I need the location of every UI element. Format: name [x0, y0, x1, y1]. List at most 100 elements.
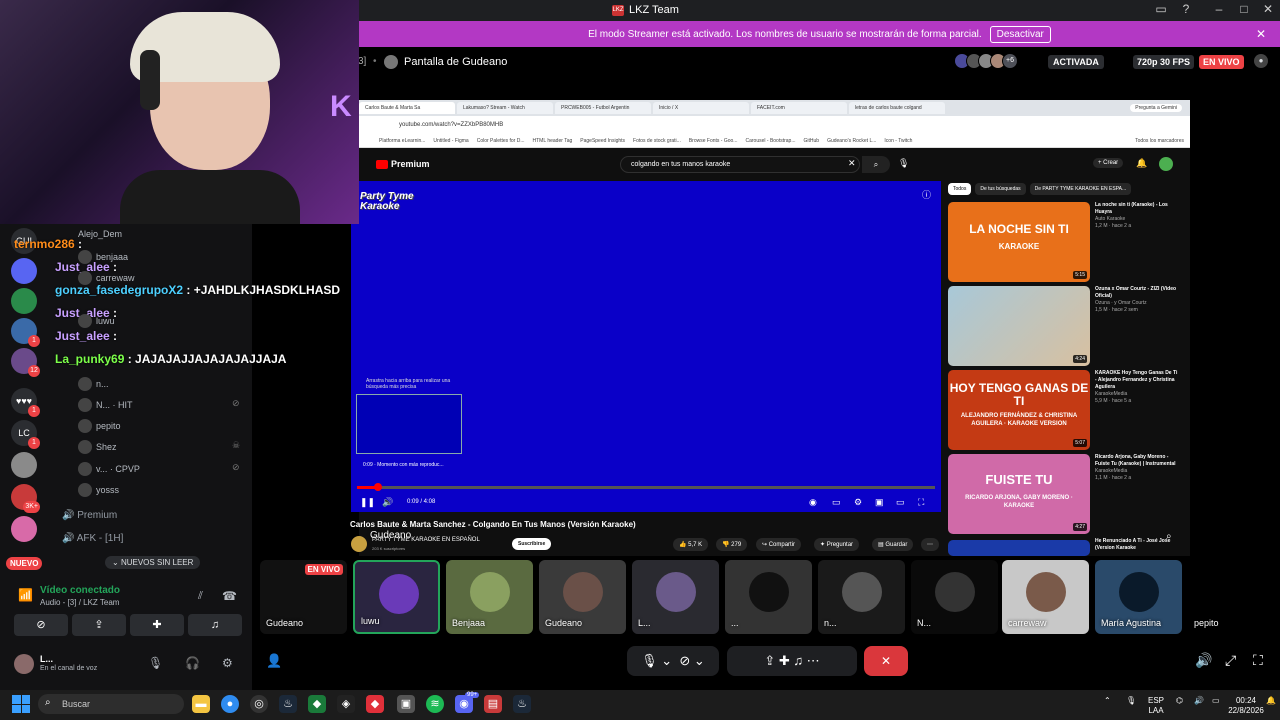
rec-thumbnail[interactable]	[948, 540, 1090, 556]
voice-member[interactable]: pepito	[78, 419, 121, 433]
server-icon[interactable]	[11, 288, 37, 314]
popout-icon[interactable]: ⤢	[1225, 652, 1236, 669]
mic-icon[interactable]: 🎙	[898, 158, 909, 169]
mic-icon[interactable]: 🎙	[148, 656, 163, 670]
bookmark[interactable]: Fotos de stock grati...	[633, 138, 681, 144]
battery-icon[interactable]: ▭	[1212, 696, 1220, 706]
minimize-icon[interactable]: –	[1208, 2, 1230, 16]
address-bar[interactable]: youtube.com/watch?v=ZZXbPB80MHB	[359, 116, 1190, 134]
server-icon[interactable]: 1	[11, 318, 40, 347]
voice-member[interactable]: Shez	[78, 440, 117, 454]
bookmark[interactable]: Untitled - Figma	[433, 138, 468, 144]
voice-member[interactable]: N... · HIT	[78, 398, 133, 412]
youtube-search-input[interactable]: colgando en tus manos karaoke	[620, 156, 860, 173]
bookmark[interactable]: PageSpeed Insights	[580, 138, 625, 144]
all-bookmarks[interactable]: Todos los marcadores	[1135, 138, 1184, 144]
rec-info[interactable]: La noche sin ti (Karaoke) - Los Huayra A…	[1095, 202, 1180, 230]
rec-thumbnail[interactable]: HOY TENGO GANAS DE TI ALEJANDRO FERNÁNDE…	[948, 370, 1090, 450]
disconnect-icon[interactable]: ☎	[222, 589, 237, 603]
bookmark[interactable]: HTML header Tag	[533, 138, 573, 144]
browser-tab[interactable]: Carlos Baute & Marta Sa	[359, 102, 455, 114]
browser-tab[interactable]: Inicio / X	[653, 102, 749, 114]
settings-gear-icon[interactable]: ⚙	[222, 656, 233, 670]
dislike-button[interactable]: 👎 279	[716, 538, 748, 551]
headphones-icon[interactable]: 🎧	[185, 656, 200, 670]
language-indicator[interactable]: ESP LAA	[1148, 696, 1164, 716]
participant-tile[interactable]: N...	[911, 560, 998, 634]
rec-thumbnail[interactable]: FUISTE TU RICARDO ARJONA, GABY MORENO · …	[948, 454, 1090, 534]
bookmark[interactable]: Carousel - Bootstrap...	[745, 138, 795, 144]
chip-searches[interactable]: De tus búsquedas	[975, 183, 1026, 195]
app-icon[interactable]: ▤	[484, 695, 502, 713]
create-button[interactable]: + Crear	[1093, 158, 1124, 168]
chevron-up-icon[interactable]: ⌃	[1104, 696, 1111, 706]
voice-channel-premium[interactable]: 🔊 Premium	[62, 510, 117, 521]
gemini-button[interactable]: Pregunta a Gemini	[1130, 104, 1182, 112]
app-icon[interactable]: ▣	[397, 695, 415, 713]
fullscreen-icon[interactable]: ⛶	[918, 497, 924, 508]
save-button[interactable]: ▤ Guardar	[872, 538, 914, 551]
search-icon[interactable]: ⌕	[862, 156, 890, 173]
close-banner-icon[interactable]: ✕	[1256, 27, 1266, 41]
rec-info[interactable]: KARAOKE Hoy Tengo Ganas De Ti - Alejandr…	[1095, 370, 1180, 405]
browser-tab[interactable]: PRCWEB005 - Futbol Argentin	[555, 102, 651, 114]
leave-call-button[interactable]: ✕	[864, 646, 908, 676]
voice-member[interactable]: carrewaw	[78, 271, 135, 285]
server-icon[interactable]: ♥♥♥ 1	[11, 388, 40, 417]
browser-tab[interactable]: Lakumaso? Stream - Watch	[457, 102, 553, 114]
share-button[interactable]: ↪ Compartir	[756, 538, 802, 551]
server-icon[interactable]: LC 1	[11, 420, 40, 449]
server-icon[interactable]	[11, 516, 37, 542]
participant-tile[interactable]: Gudeano	[539, 560, 626, 634]
fullscreen-icon[interactable]: ⛶	[1253, 652, 1263, 669]
participant-tile[interactable]: EN VIVO Gudeano	[260, 560, 347, 634]
theater-icon[interactable]: ▭	[896, 497, 905, 508]
browser-tab[interactable]: letras de carlos baute colgand	[849, 102, 945, 114]
bookmark[interactable]: Icon - Twitch	[884, 138, 912, 144]
miniplayer-icon[interactable]: ▣	[875, 497, 884, 508]
voice-member[interactable]: yosss	[78, 483, 119, 497]
rec-info[interactable]: Ricardo Arjona, Gaby Moreno - Fuiste Tu …	[1095, 454, 1180, 482]
wifi-icon[interactable]: ⌬	[1176, 696, 1183, 706]
file-explorer-icon[interactable]: ▬	[192, 695, 210, 713]
bookmark[interactable]: Platforma eLearnin...	[379, 138, 425, 144]
like-button[interactable]: 👍 5,7 K	[673, 538, 709, 551]
more-actions-button[interactable]: ⋯	[921, 538, 939, 551]
participant-tile[interactable]: Benjaaa	[446, 560, 533, 634]
bookmark[interactable]: Color Palettes for D...	[477, 138, 525, 144]
speaker-icon[interactable]: 🔊	[1194, 696, 1204, 706]
clear-search-icon[interactable]: ✕	[848, 158, 856, 169]
chrome-icon[interactable]: ●	[221, 695, 239, 713]
ask-button[interactable]: ✦ Preguntar	[814, 538, 860, 551]
voice-channel-afk[interactable]: 🔊 AFK - [1H]	[62, 533, 123, 544]
server-icon[interactable]: 12	[11, 348, 40, 377]
share-screen-button[interactable]: ⇪	[72, 614, 126, 636]
pause-icon[interactable]: ❚❚	[360, 497, 375, 508]
app-icon[interactable]: ◆	[308, 695, 326, 713]
rec-thumbnail[interactable]: LA NOCHE SIN TI KARAOKE 5:15	[948, 202, 1090, 282]
bookmark[interactable]: Browse Fonts - Goo...	[689, 138, 738, 144]
disable-streamer-button[interactable]: Desactivar	[989, 25, 1051, 43]
participant-tile[interactable]: pepito	[1188, 560, 1276, 634]
volume-icon[interactable]: 🔊	[1195, 652, 1212, 669]
participant-tile[interactable]: María Agustina	[1095, 560, 1182, 634]
chat-bubble-icon[interactable]: ●	[1254, 54, 1268, 68]
mic-toggle-button[interactable]: 🎙 ⌄ ⊘ ⌄	[627, 646, 719, 676]
soundboard-button[interactable]: ♫	[188, 614, 242, 636]
info-icon[interactable]: ⓘ	[922, 188, 931, 201]
invite-icon[interactable]: 👤	[266, 653, 282, 669]
notification-icon[interactable]: 🔔	[1266, 696, 1276, 706]
taskbar-search[interactable]: Buscar	[38, 694, 184, 714]
participant-tile[interactable]: L...	[632, 560, 719, 634]
voice-member[interactable]: luwu	[78, 314, 115, 328]
progress-bar[interactable]	[357, 486, 935, 489]
volume-icon[interactable]: 🔊	[382, 497, 393, 508]
account-avatar[interactable]	[1159, 157, 1173, 171]
server-icon[interactable]: 3K+	[11, 484, 40, 513]
chip-all[interactable]: Todos	[948, 183, 972, 195]
signal-icon[interactable]: 📶	[18, 588, 33, 602]
app-icon[interactable]: ◎	[250, 695, 268, 713]
bookmark[interactable]: Gudeano's Rocket L...	[827, 138, 876, 144]
notifications-icon[interactable]: 🔔	[1136, 158, 1147, 169]
activities-button[interactable]: ✚	[130, 614, 184, 636]
